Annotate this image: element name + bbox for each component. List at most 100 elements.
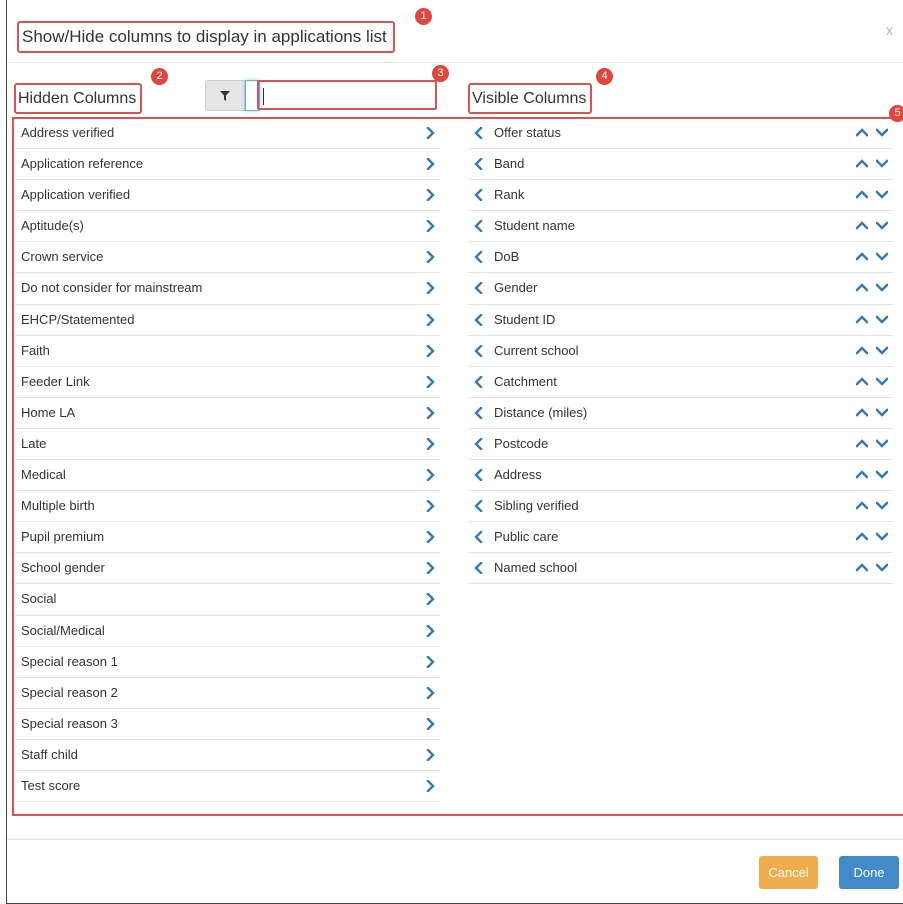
visible-column-row[interactable]: Gender	[468, 273, 893, 305]
chevron-up-icon[interactable]	[856, 501, 868, 510]
chevron-left-icon[interactable]	[474, 469, 483, 482]
hidden-column-row[interactable]: Medical	[15, 460, 440, 492]
visible-column-row[interactable]: Student ID	[468, 305, 893, 336]
hidden-column-row[interactable]: Special reason 1	[15, 647, 440, 678]
chevron-left-icon[interactable]	[474, 531, 483, 544]
visible-column-row[interactable]: Band	[468, 149, 893, 181]
chevron-up-icon[interactable]	[856, 563, 868, 573]
chevron-right-icon[interactable]	[426, 313, 435, 326]
chevron-right-icon[interactable]	[426, 593, 435, 606]
chevron-right-icon[interactable]	[426, 344, 435, 357]
chevron-up-icon[interactable]	[856, 128, 868, 137]
chevron-right-icon[interactable]	[426, 562, 435, 575]
chevron-down-icon[interactable]	[876, 283, 888, 293]
chevron-right-icon[interactable]	[426, 717, 435, 730]
chevron-down-icon[interactable]	[876, 345, 888, 355]
chevron-right-icon[interactable]	[426, 406, 435, 419]
chevron-right-icon[interactable]	[426, 748, 435, 761]
chevron-down-icon[interactable]	[876, 439, 888, 448]
chevron-left-icon[interactable]	[474, 189, 483, 202]
chevron-left-icon[interactable]	[474, 375, 483, 388]
chevron-up-icon[interactable]	[856, 439, 868, 448]
chevron-right-icon[interactable]	[426, 531, 435, 544]
hidden-column-row[interactable]: Test score	[15, 771, 440, 803]
chevron-down-icon[interactable]	[876, 159, 888, 168]
chevron-right-icon[interactable]	[426, 779, 435, 792]
hidden-column-row[interactable]: Aptitude(s)	[15, 211, 440, 243]
chevron-left-icon[interactable]	[474, 562, 483, 575]
chevron-right-icon[interactable]	[426, 624, 435, 637]
chevron-left-icon[interactable]	[474, 406, 483, 419]
chevron-left-icon[interactable]	[474, 282, 483, 295]
chevron-right-icon[interactable]	[426, 469, 435, 482]
hidden-column-row[interactable]: School gender	[15, 553, 440, 585]
chevron-right-icon[interactable]	[426, 220, 435, 233]
close-button[interactable]: x	[886, 22, 893, 38]
chevron-down-icon[interactable]	[876, 377, 888, 386]
hidden-column-row[interactable]: Faith	[15, 336, 440, 367]
chevron-left-icon[interactable]	[474, 500, 483, 513]
visible-column-row[interactable]: Student name	[468, 211, 893, 243]
visible-column-row[interactable]: Catchment	[468, 367, 893, 398]
hidden-column-row[interactable]: Multiple birth	[15, 491, 440, 523]
chevron-left-icon[interactable]	[474, 127, 483, 139]
hidden-column-row[interactable]: Home LA	[15, 398, 440, 429]
chevron-down-icon[interactable]	[876, 221, 888, 230]
chevron-right-icon[interactable]	[426, 500, 435, 513]
chevron-right-icon[interactable]	[426, 158, 435, 171]
hidden-column-row[interactable]: EHCP/Statemented	[15, 305, 440, 336]
chevron-down-icon[interactable]	[876, 252, 888, 262]
chevron-up-icon[interactable]	[856, 377, 868, 386]
filter-button[interactable]	[205, 80, 245, 111]
visible-column-row[interactable]: Sibling verified	[468, 491, 893, 523]
visible-column-row[interactable]: Address	[468, 460, 893, 492]
chevron-up-icon[interactable]	[856, 470, 868, 479]
cancel-button[interactable]: Cancel	[759, 856, 818, 889]
hidden-column-row[interactable]: Social	[15, 584, 440, 616]
chevron-up-icon[interactable]	[856, 190, 868, 199]
hidden-column-row[interactable]: Late	[15, 429, 440, 461]
chevron-up-icon[interactable]	[856, 408, 868, 417]
hidden-column-row[interactable]: Application reference	[15, 149, 440, 181]
chevron-right-icon[interactable]	[426, 127, 435, 139]
chevron-right-icon[interactable]	[426, 686, 435, 699]
chevron-right-icon[interactable]	[426, 251, 435, 264]
chevron-down-icon[interactable]	[876, 532, 888, 541]
hidden-column-row[interactable]: Crown service	[15, 242, 440, 274]
hidden-column-row[interactable]: Special reason 3	[15, 709, 440, 740]
hidden-column-row[interactable]: Application verified	[15, 180, 440, 212]
hidden-column-row[interactable]: Do not consider for mainstream	[15, 273, 440, 305]
chevron-up-icon[interactable]	[856, 221, 868, 230]
chevron-left-icon[interactable]	[474, 158, 483, 171]
chevron-down-icon[interactable]	[876, 314, 888, 324]
chevron-up-icon[interactable]	[856, 532, 868, 541]
visible-column-row[interactable]: Postcode	[468, 429, 893, 461]
visible-column-row[interactable]: Public care	[468, 522, 893, 554]
chevron-up-icon[interactable]	[856, 159, 868, 168]
hidden-column-row[interactable]: Special reason 2	[15, 678, 440, 709]
chevron-right-icon[interactable]	[426, 437, 435, 450]
chevron-right-icon[interactable]	[426, 189, 435, 202]
visible-column-row[interactable]: Offer status	[468, 118, 893, 150]
visible-column-row[interactable]: Rank	[468, 180, 893, 212]
chevron-right-icon[interactable]	[426, 375, 435, 388]
chevron-left-icon[interactable]	[474, 344, 483, 357]
chevron-up-icon[interactable]	[856, 314, 868, 324]
hidden-column-row[interactable]: Address verified	[15, 118, 440, 150]
chevron-up-icon[interactable]	[856, 345, 868, 355]
chevron-left-icon[interactable]	[474, 313, 483, 326]
hidden-column-row[interactable]: Staff child	[15, 740, 440, 771]
visible-column-row[interactable]: Current school	[468, 336, 893, 367]
chevron-up-icon[interactable]	[856, 252, 868, 262]
visible-column-row[interactable]: DoB	[468, 242, 893, 274]
chevron-down-icon[interactable]	[876, 501, 888, 510]
hidden-column-row[interactable]: Social/Medical	[15, 616, 440, 647]
chevron-down-icon[interactable]	[876, 563, 888, 573]
chevron-right-icon[interactable]	[426, 655, 435, 668]
chevron-down-icon[interactable]	[876, 408, 888, 417]
hidden-column-row[interactable]: Feeder Link	[15, 367, 440, 398]
chevron-down-icon[interactable]	[876, 190, 888, 199]
chevron-down-icon[interactable]	[876, 470, 888, 479]
done-button[interactable]: Done	[839, 856, 899, 889]
hidden-column-row[interactable]: Pupil premium	[15, 522, 440, 554]
